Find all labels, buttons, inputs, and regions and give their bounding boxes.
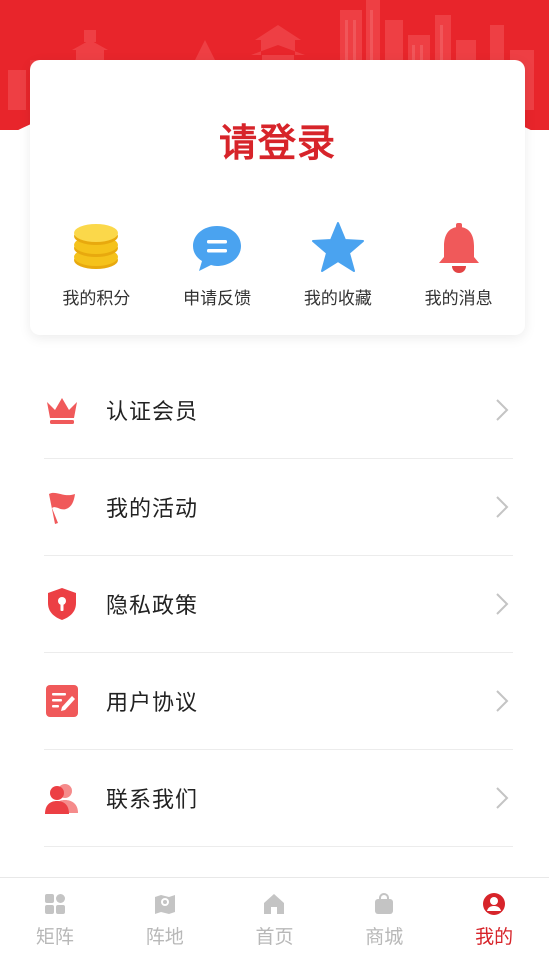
tab-label: 矩阵 — [35, 926, 74, 948]
user-icon — [483, 893, 506, 915]
menu-item-label: 隐私政策 — [106, 594, 199, 619]
menu-list: 认证会员 我的活动 隐私政策 用户协议 联系我们 — [44, 362, 513, 847]
tab-label: 我的 — [475, 926, 514, 948]
home-icon — [264, 894, 285, 914]
bell-icon — [438, 223, 479, 273]
quick-action-label: 申请反馈 — [183, 289, 252, 309]
menu-item-privacy-policy[interactable]: 隐私政策 — [44, 556, 513, 653]
tab-label: 商城 — [365, 926, 404, 948]
shield-icon — [44, 586, 80, 622]
menu-item-my-activities[interactable]: 我的活动 — [44, 459, 513, 556]
login-prompt[interactable]: 请登录 — [30, 112, 525, 167]
grid-icon — [44, 894, 65, 914]
menu-item-verified-member[interactable]: 认证会员 — [44, 362, 513, 459]
tab-home[interactable]: 首页 — [220, 878, 330, 954]
quick-action-favorites[interactable]: 我的收藏 — [280, 220, 395, 309]
chevron-right-icon — [493, 591, 511, 617]
quick-action-label: 我的消息 — [424, 289, 493, 309]
tab-label: 首页 — [255, 926, 294, 948]
tab-label: 阵地 — [145, 926, 184, 948]
quick-action-messages[interactable]: 我的消息 — [401, 220, 516, 309]
chevron-right-icon — [493, 494, 511, 520]
chat-bubble-icon — [193, 226, 242, 271]
crown-icon — [44, 392, 80, 428]
menu-item-label: 我的活动 — [106, 497, 199, 522]
bottom-tab-bar: 矩阵 阵地 首页 商城 我的 — [0, 877, 549, 954]
star-icon — [311, 222, 364, 272]
quick-action-label: 我的收藏 — [303, 289, 372, 309]
quick-action-feedback[interactable]: 申请反馈 — [160, 220, 275, 309]
login-card: 请登录 我的积分 申请反馈 我的收藏 我的消息 — [30, 60, 525, 335]
coins-icon — [74, 224, 119, 269]
tab-mine[interactable]: 我的 — [439, 878, 549, 954]
quick-action-label: 我的积分 — [62, 289, 131, 309]
shopping-bag-icon — [375, 892, 394, 914]
menu-item-label: 用户协议 — [106, 691, 199, 716]
map-pin-icon — [154, 895, 175, 914]
menu-item-label: 联系我们 — [106, 788, 199, 813]
chevron-right-icon — [493, 397, 511, 423]
menu-item-contact-us[interactable]: 联系我们 — [44, 750, 513, 847]
tab-matrix[interactable]: 矩阵 — [0, 878, 110, 954]
chevron-right-icon — [493, 688, 511, 714]
menu-item-user-agreement[interactable]: 用户协议 — [44, 653, 513, 750]
menu-item-label: 认证会员 — [106, 400, 199, 425]
quick-action-points[interactable]: 我的积分 — [39, 220, 154, 309]
tab-mall[interactable]: 商城 — [329, 878, 439, 954]
tab-position[interactable]: 阵地 — [110, 878, 220, 954]
quick-actions: 我的积分 申请反馈 我的收藏 我的消息 — [30, 220, 525, 309]
chevron-right-icon — [493, 785, 511, 811]
flag-icon — [44, 489, 80, 525]
contacts-icon — [44, 780, 80, 816]
document-edit-icon — [44, 683, 80, 719]
